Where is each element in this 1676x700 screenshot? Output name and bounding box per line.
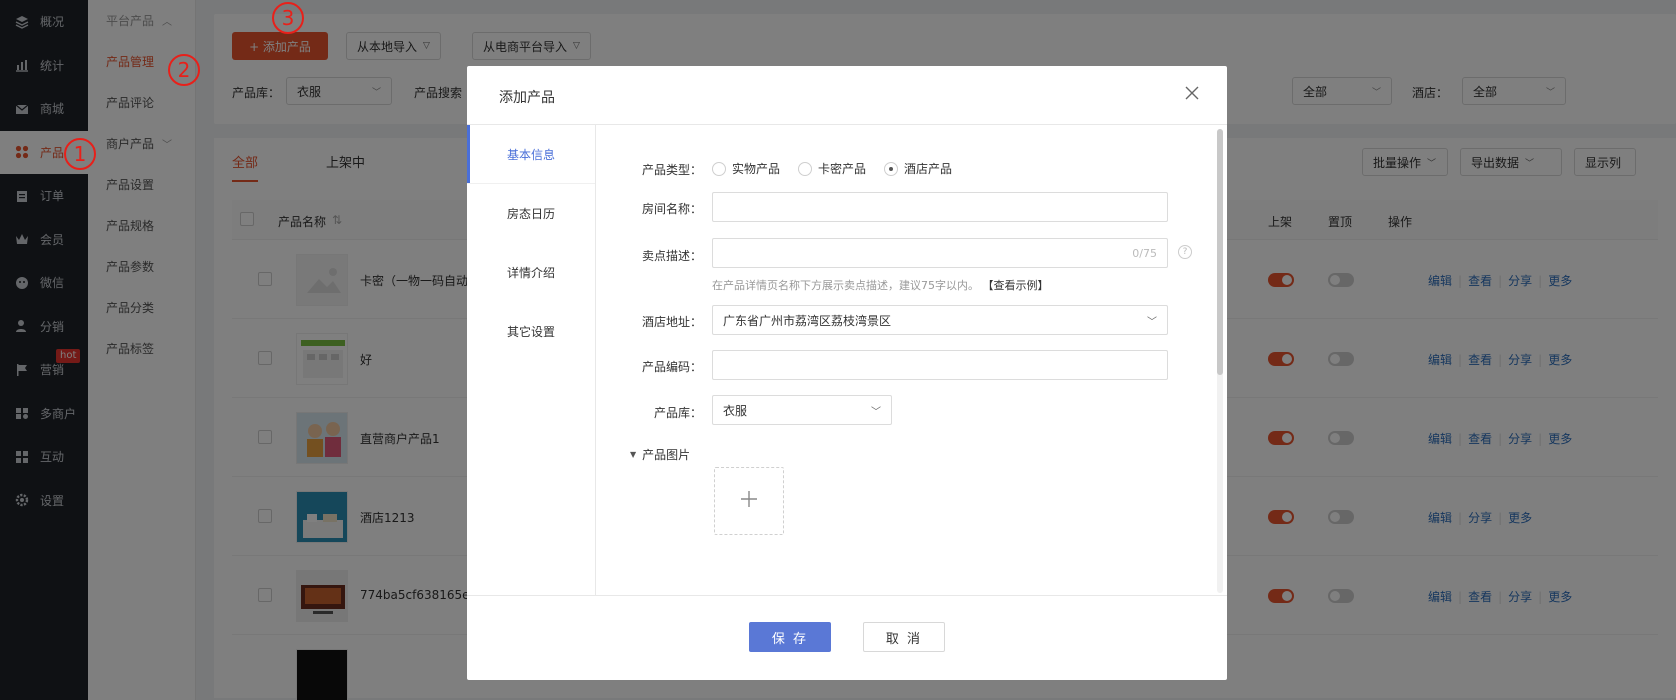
hotel-address-select[interactable]: 广东省广州市荔湾区荔枝湾景区 ﹀ (712, 305, 1168, 335)
modal-footer: 保 存 取 消 (467, 595, 1227, 680)
tab-detail-intro[interactable]: 详情介绍 (467, 243, 595, 302)
radio-label: 实物产品 (732, 162, 781, 176)
image-upload-button[interactable] (714, 467, 784, 535)
radio-dot (712, 161, 726, 176)
radio-dot (798, 161, 812, 176)
selling-point-input[interactable]: 0/75 (712, 238, 1168, 268)
library-value: 衣服 (723, 403, 748, 418)
chevron-down-icon: ﹀ (871, 406, 881, 418)
product-code-label: 产品编码： (641, 360, 702, 374)
radio-card-product[interactable]: 卡密产品 (798, 160, 866, 177)
radio-dot-selected (884, 161, 898, 176)
close-icon[interactable] (1183, 84, 1201, 102)
radio-label: 卡密产品 (818, 162, 867, 176)
tab-basic-info[interactable]: 基本信息 (467, 125, 595, 184)
scrollbar-thumb[interactable] (1217, 129, 1223, 375)
callout-2: 2 (168, 54, 200, 86)
selling-point-hint: 在产品详情页名称下方展示卖点描述，建议75字以内。 【查看示例】 (712, 277, 1049, 293)
product-code-input[interactable] (712, 350, 1168, 380)
save-button[interactable]: 保 存 (749, 622, 831, 652)
library-label: 产品库： (653, 406, 702, 420)
tab-room-calendar[interactable]: 房态日历 (467, 184, 595, 243)
char-counter: 0/75 (1132, 246, 1157, 260)
hotel-address-label: 酒店地址： (641, 315, 702, 329)
product-images-section[interactable]: ▼ 产品图片 (630, 446, 690, 463)
radio-label: 酒店产品 (904, 162, 953, 176)
radio-physical-product[interactable]: 实物产品 (712, 160, 780, 177)
radio-hotel-product[interactable]: 酒店产品 (884, 160, 952, 177)
callout-3: 3 (272, 2, 304, 34)
selling-point-label: 卖点描述： (641, 249, 702, 263)
cancel-button[interactable]: 取 消 (863, 622, 945, 652)
section-title-label: 产品图片 (642, 448, 691, 462)
modal-scrollbar[interactable] (1217, 129, 1223, 593)
chevron-down-icon: ﹀ (1147, 316, 1157, 328)
product-type-label: 产品类型： (641, 163, 702, 177)
hint-text: 在产品详情页名称下方展示卖点描述，建议75字以内。 (712, 279, 979, 292)
hotel-address-value: 广东省广州市荔湾区荔枝湾景区 (723, 313, 892, 328)
add-product-modal: 添加产品 基本信息 房态日历 详情介绍 其它设置 产品类型： 实物产品 卡密产品… (467, 66, 1227, 680)
help-icon[interactable]: ? (1178, 245, 1192, 259)
caret-down-icon: ▼ (630, 450, 637, 459)
tab-other-settings[interactable]: 其它设置 (467, 302, 595, 361)
view-example-link[interactable]: 【查看示例】 (983, 279, 1049, 292)
callout-1: 1 (64, 138, 96, 170)
room-name-label: 房间名称： (641, 202, 702, 216)
modal-header: 添加产品 (467, 66, 1227, 125)
modal-title: 添加产品 (499, 90, 555, 106)
library-select[interactable]: 衣服 ﹀ (712, 395, 892, 425)
plus-icon (739, 486, 759, 516)
room-name-input[interactable] (712, 192, 1168, 222)
modal-side-tabs: 基本信息 房态日历 详情介绍 其它设置 (467, 125, 596, 595)
modal-form: 产品类型： 实物产品 卡密产品 酒店产品 房间名称： 卖点描述： 0/75 ? … (596, 125, 1227, 595)
